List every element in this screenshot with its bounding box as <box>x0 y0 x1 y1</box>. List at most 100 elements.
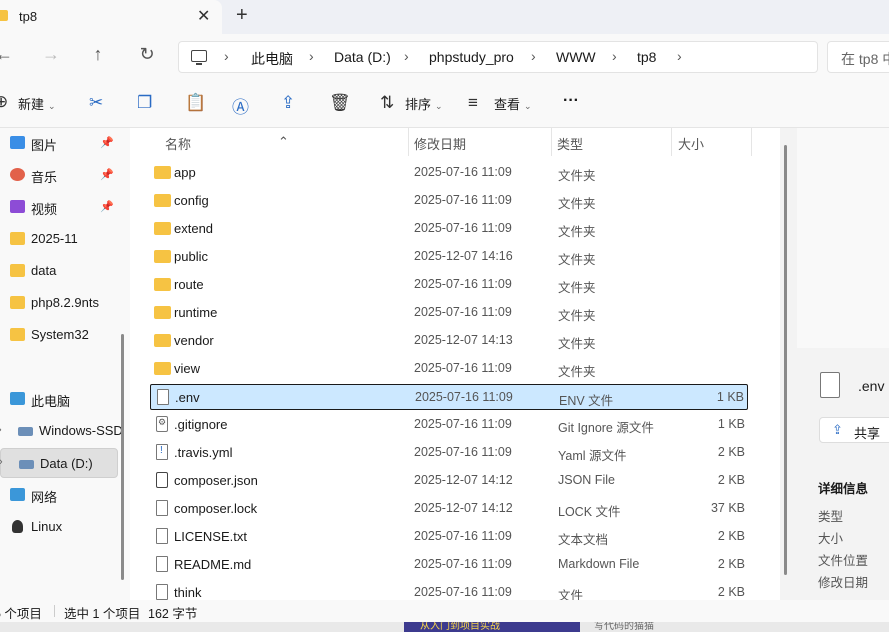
share-icon[interactable]: ⇪ <box>281 93 295 113</box>
breadcrumb-separator-icon[interactable]: › <box>612 48 617 64</box>
file-name: vendor <box>174 333 214 348</box>
file-type: LOCK 文件 <box>558 505 621 519</box>
breadcrumb-separator-icon[interactable]: › <box>404 48 409 64</box>
file-size: 1 KB <box>717 417 745 431</box>
column-date[interactable]: 修改日期 <box>414 134 466 153</box>
sort-button[interactable]: 排序 ⌄ <box>405 94 443 113</box>
sidebar-item-music[interactable]: 音乐 📌 <box>0 160 118 190</box>
file-row[interactable]: README.md 2025-07-16 11:09 Markdown File 2 … <box>150 552 748 578</box>
breadcrumb-separator-icon[interactable]: › <box>531 48 536 64</box>
file-row[interactable]: view 2025-07-16 11:09 文件夹 <box>150 356 748 382</box>
background-window-strip: 从入门到项目实战 写代码的猫猫 <box>0 622 889 632</box>
forward-icon[interactable]: → <box>39 44 63 65</box>
file-row[interactable]: composer.lock 2025-12-07 14:12 LOCK 文件 37 K… <box>150 496 748 522</box>
status-selected: 选中 1 个项目 <box>64 607 141 621</box>
sidebar-item-video[interactable]: 视频 📌 <box>0 192 118 222</box>
new-button[interactable]: 新建 ⌄ <box>18 94 56 113</box>
view-button[interactable]: 查看 ⌄ <box>494 94 532 113</box>
column-size[interactable]: 大小 <box>678 134 704 153</box>
tab-title: tp8 <box>19 9 38 24</box>
file-row[interactable]: runtime 2025-07-16 11:09 文件夹 <box>150 300 748 326</box>
address-bar[interactable]: › 此电脑 › Data (D:) › phpstudy_pro › WWW ›… <box>178 41 818 73</box>
tab-tp8[interactable]: tp8 ✕ <box>0 0 222 34</box>
column-type[interactable]: 类型 <box>557 134 583 153</box>
pictures-icon <box>10 136 25 149</box>
file-name: .gitignore <box>174 417 228 432</box>
sidebar-item-system32[interactable]: System32 <box>0 320 118 350</box>
file-row[interactable]: composer.json 2025-12-07 14:12 JSON File 2 … <box>150 468 748 494</box>
file-row[interactable]: public 2025-12-07 14:16 文件夹 <box>150 244 748 270</box>
close-tab-icon[interactable]: ✕ <box>197 6 210 26</box>
pin-icon: 📌 <box>100 201 114 213</box>
file-date: 2025-07-16 11:09 <box>414 221 512 235</box>
rename-icon[interactable]: Ⓐ <box>232 93 249 118</box>
file-row[interactable]: config 2025-07-16 11:09 文件夹 <box>150 188 748 214</box>
file-icon <box>156 528 168 544</box>
folder-icon <box>154 278 171 291</box>
file-row[interactable]: LICENSE.txt 2025-07-16 11:09 文本文档 2 KB <box>150 524 748 550</box>
file-name: composer.json <box>174 473 258 488</box>
breadcrumb-separator-icon[interactable]: › <box>224 48 229 64</box>
folder-icon <box>10 296 25 309</box>
file-row[interactable]: .travis.yml 2025-07-16 11:09 Yaml 源文件 2 KB <box>150 440 748 466</box>
folder-icon <box>154 362 171 375</box>
expand-chevron-icon[interactable]: › <box>0 424 2 436</box>
file-list-scrollbar[interactable] <box>784 145 787 575</box>
command-bar: ⊕ 新建 ⌄ ✂ ❐ 📋 Ⓐ ⇪ 🗑 ⇅ 排序 ⌄ ≡ 查看 ⌄ ··· <box>0 82 889 128</box>
up-icon[interactable]: ↑ <box>86 44 110 65</box>
paste-icon[interactable]: 📋 <box>185 93 206 113</box>
file-size: 2 KB <box>717 557 745 571</box>
sidebar-item-label: 图片 <box>31 138 58 153</box>
column-divider[interactable] <box>751 128 752 156</box>
breadcrumb-tp8[interactable]: tp8 <box>637 49 656 65</box>
sidebar-item-linux[interactable]: Linux <box>0 512 118 542</box>
file-row[interactable]: vendor 2025-12-07 14:13 文件夹 <box>150 328 748 354</box>
column-name[interactable]: 名称 <box>165 134 191 153</box>
sidebar-item-pictures[interactable]: 图片 📌 <box>0 128 118 158</box>
breadcrumb-phpstudy[interactable]: phpstudy_pro <box>429 49 514 65</box>
file-date: 2025-07-16 11:09 <box>415 390 513 404</box>
breadcrumb-this-pc[interactable]: 此电脑 <box>251 49 293 69</box>
file-row[interactable]: extend 2025-07-16 11:09 文件夹 <box>150 216 748 242</box>
copy-icon[interactable]: ❐ <box>137 93 152 113</box>
more-options-button[interactable]: ··· <box>563 92 579 110</box>
search-input[interactable]: 在 tp8 中 <box>827 41 889 73</box>
delete-icon[interactable]: 🗑 <box>329 93 351 113</box>
sidebar-item-2025-11[interactable]: 2025-11 <box>0 224 118 254</box>
breadcrumb-separator-icon[interactable]: › <box>677 48 682 64</box>
sidebar-item-windows-ssd[interactable]: › Windows-SSD <box>0 416 123 446</box>
breadcrumb-data-drive[interactable]: Data (D:) <box>334 49 391 65</box>
sidebar-item-data-drive[interactable]: › Data (D:) <box>0 448 118 478</box>
file-row[interactable]: .gitignore 2025-07-16 11:09 Git Ignore 源文件… <box>150 412 748 438</box>
sidebar-item-this-pc[interactable]: 此电脑 <box>0 384 118 414</box>
file-row[interactable]: .env 2025-07-16 11:09 ENV 文件 1 KB <box>150 384 748 410</box>
share-icon: ⇪ <box>832 422 843 437</box>
back-icon[interactable]: ← <box>0 44 16 65</box>
expand-chevron-icon[interactable]: › <box>0 456 3 468</box>
sidebar-item-label: Windows-SSD <box>39 423 123 438</box>
sidebar-scrollbar[interactable] <box>121 334 124 580</box>
cut-icon[interactable]: ✂ <box>89 93 103 113</box>
file-date: 2025-07-16 11:09 <box>414 417 512 431</box>
new-plus-icon[interactable]: ⊕ <box>0 92 8 112</box>
new-tab-icon[interactable]: + <box>236 4 248 27</box>
file-icon <box>156 444 168 460</box>
file-row[interactable]: app 2025-07-16 11:09 文件夹 <box>150 160 748 186</box>
breadcrumb-separator-icon[interactable]: › <box>309 48 314 64</box>
refresh-icon[interactable]: ↻ <box>135 44 159 65</box>
file-row[interactable]: route 2025-07-16 11:09 文件夹 <box>150 272 748 298</box>
column-divider[interactable] <box>551 128 552 156</box>
share-button[interactable]: ⇪ 共享 <box>819 417 889 443</box>
breadcrumb-www[interactable]: WWW <box>556 49 596 65</box>
sidebar-item-network[interactable]: 网络 <box>0 480 118 510</box>
sidebar-item-data[interactable]: data <box>0 256 118 286</box>
share-label: 共享 <box>854 426 881 441</box>
column-divider[interactable] <box>671 128 672 156</box>
column-divider[interactable] <box>408 128 409 156</box>
sort-icon[interactable]: ⇅ <box>380 93 394 113</box>
file-row[interactable]: think 2025-07-16 11:09 文件 2 KB <box>150 580 748 600</box>
linux-icon <box>12 520 23 533</box>
sidebar-item-label: 网络 <box>31 490 58 505</box>
view-icon[interactable]: ≡ <box>468 93 478 113</box>
sidebar-item-php[interactable]: php8.2.9nts <box>0 288 118 318</box>
